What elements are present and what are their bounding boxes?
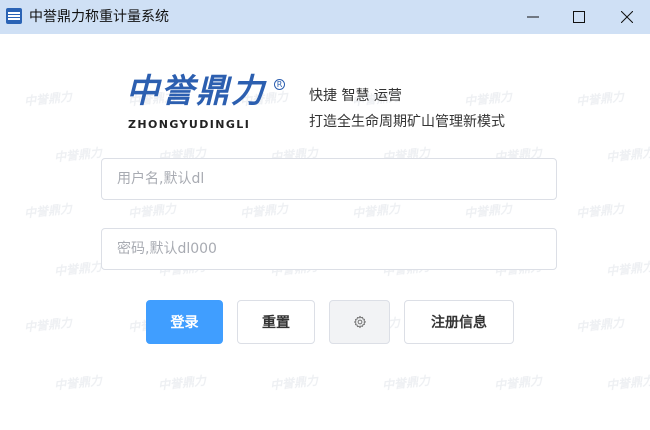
minimize-button[interactable] — [510, 0, 556, 34]
watermark-text: 中誉鼎力 — [23, 315, 73, 335]
tagline-primary: 快捷 智慧 运营 — [309, 88, 402, 104]
watermark-text: 中誉鼎力 — [381, 373, 431, 393]
watermark-text: 中誉鼎力 — [463, 89, 513, 109]
watermark-text: 中誉鼎力 — [269, 373, 319, 393]
watermark-text: 中誉鼎力 — [53, 259, 103, 279]
app-logo-icon — [6, 8, 22, 24]
watermark-text: 中誉鼎力 — [53, 373, 103, 393]
close-icon — [621, 11, 633, 23]
password-input[interactable] — [101, 228, 557, 270]
reset-button[interactable]: 重置 — [237, 300, 315, 344]
username-input[interactable] — [101, 158, 557, 200]
watermark-text: 中誉鼎力 — [157, 373, 207, 393]
brand-pinyin: ZHONGYUDINGLI — [128, 118, 251, 131]
watermark-text: 中誉鼎力 — [127, 201, 177, 221]
tagline-secondary: 打造全生命周期矿山管理新模式 — [309, 114, 505, 130]
watermark-text: 中誉鼎力 — [493, 373, 543, 393]
minimize-icon — [527, 16, 539, 18]
watermark-text: 中誉鼎力 — [239, 201, 289, 221]
gear-icon — [353, 315, 366, 329]
watermark-text: 中誉鼎力 — [605, 145, 650, 165]
watermark-text: 中誉鼎力 — [463, 201, 513, 221]
window-title: 中誉鼎力称重计量系统 — [29, 9, 169, 25]
watermark-text: 中誉鼎力 — [53, 145, 103, 165]
watermark-text: 中誉鼎力 — [605, 373, 650, 393]
maximize-icon — [573, 11, 585, 23]
watermark-text: 中誉鼎力 — [575, 201, 625, 221]
brand-logo-text: 中誉鼎力 — [126, 71, 266, 110]
watermark-text: 中誉鼎力 — [23, 201, 73, 221]
watermark-text: 中誉鼎力 — [605, 259, 650, 279]
watermark-text: 中誉鼎力 — [351, 201, 401, 221]
title-bar[interactable]: 中誉鼎力称重计量系统 — [0, 0, 650, 34]
watermark-text: 中誉鼎力 — [23, 89, 73, 109]
close-button[interactable] — [604, 0, 650, 34]
registered-mark: R — [274, 79, 285, 90]
maximize-button[interactable] — [556, 0, 602, 34]
watermark-text: 中誉鼎力 — [575, 315, 625, 335]
register-info-button[interactable]: 注册信息 — [404, 300, 514, 344]
settings-button[interactable] — [329, 300, 390, 344]
watermark-text: 中誉鼎力 — [575, 89, 625, 109]
login-button[interactable]: 登录 — [146, 300, 223, 344]
